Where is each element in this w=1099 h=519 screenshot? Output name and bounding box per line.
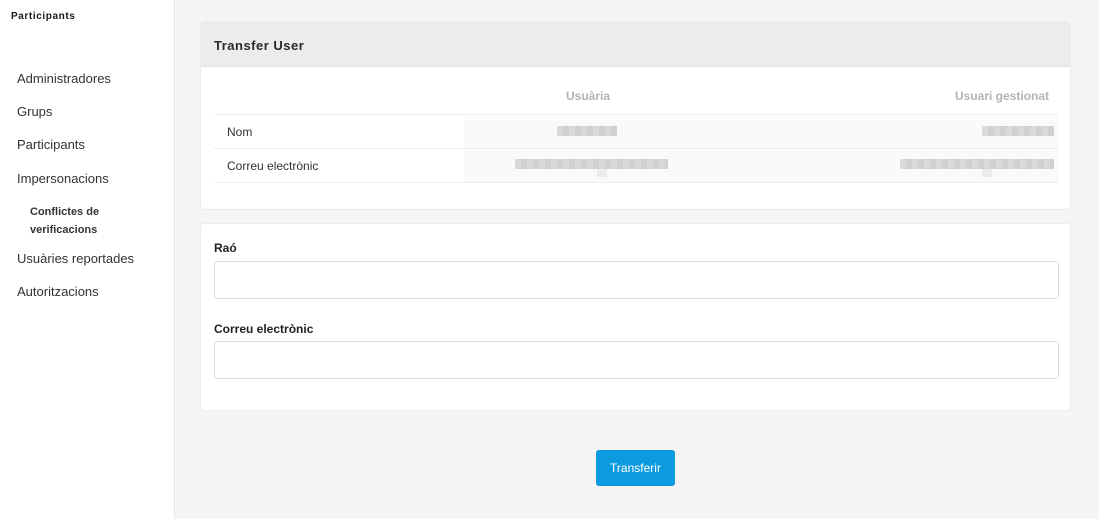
reason-input[interactable]: [214, 261, 1059, 299]
redaction-artifact: [982, 169, 992, 177]
table-row-email: Correu electrònic: [214, 148, 1059, 183]
transfer-button[interactable]: Transferir: [596, 450, 675, 486]
reason-label: Raó: [214, 241, 237, 255]
table-row-name: Nom: [214, 114, 1059, 149]
redacted-managed-user-email: [900, 159, 1054, 169]
sidebar-item-impersonacions[interactable]: Impersonacions: [17, 171, 109, 186]
row-label-email: Correu electrònic: [227, 159, 319, 173]
redacted-managed-user-name: [982, 126, 1054, 136]
email-input[interactable]: [214, 341, 1059, 379]
main-content: Transfer User Usuària Usuari gestionat N…: [175, 0, 1099, 519]
sidebar: Participants Administradores Grups Parti…: [0, 0, 175, 519]
redaction-artifact: [597, 169, 607, 177]
sidebar-item-conflictes-verificacions[interactable]: Conflictes de verificacions: [30, 203, 150, 239]
redacted-user-email: [515, 159, 668, 169]
sidebar-item-usuaries-reportades[interactable]: Usuàries reportades: [17, 251, 134, 266]
sidebar-title: Participants: [11, 11, 76, 22]
sidebar-item-grups[interactable]: Grups: [17, 104, 52, 119]
column-header-managed-user: Usuari gestionat: [955, 89, 1050, 103]
card-title: Transfer User: [201, 22, 1070, 67]
sidebar-item-autoritzacions[interactable]: Autoritzacions: [17, 284, 99, 299]
transfer-form-card: Raó Correu electrònic: [200, 223, 1071, 411]
row-shade: [464, 116, 1059, 148]
transfer-user-card: Transfer User Usuària Usuari gestionat N…: [200, 21, 1071, 210]
sidebar-item-administradores[interactable]: Administradores: [17, 71, 111, 86]
row-label-name: Nom: [227, 125, 253, 139]
redacted-user-name: [557, 126, 617, 136]
sidebar-item-participants[interactable]: Participants: [17, 137, 85, 152]
email-label: Correu electrònic: [214, 322, 314, 336]
column-header-user: Usuària: [566, 89, 611, 103]
